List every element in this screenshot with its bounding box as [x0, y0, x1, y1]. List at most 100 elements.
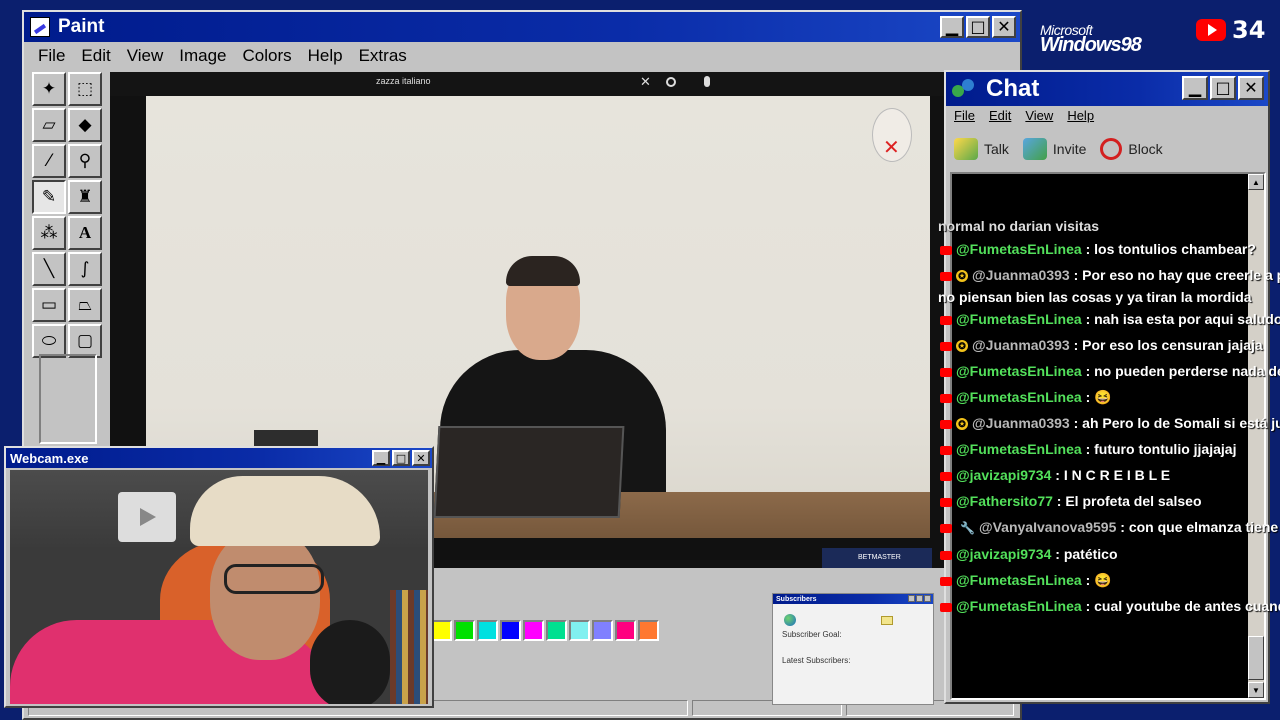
chat-menu-edit[interactable]: Edit [989, 108, 1011, 123]
chat-close-button[interactable]: ✕ [1238, 76, 1264, 100]
close-icon[interactable]: ✕ [640, 74, 651, 90]
menu-file[interactable]: File [30, 46, 73, 66]
chat-username[interactable]: @javizapi9734 [956, 467, 1051, 483]
microphone-icon[interactable] [704, 76, 710, 87]
chat-username[interactable]: @FumetasEnLinea [956, 598, 1082, 614]
chat-message-text: : no pueden perderse nada de su [1085, 363, 1280, 379]
palette-swatch[interactable] [569, 620, 590, 641]
menu-image[interactable]: Image [171, 46, 234, 66]
ellipse-icon[interactable]: ⬭ [32, 324, 66, 358]
menu-colors[interactable]: Colors [235, 46, 300, 66]
palette-swatch[interactable] [638, 620, 659, 641]
webcam-minimize-button[interactable]: ▁ [372, 450, 390, 466]
scroll-down-arrow-icon[interactable]: ▼ [1248, 682, 1264, 698]
text-tool-icon[interactable]: A [68, 216, 102, 250]
airbrush-icon[interactable]: ⁂ [32, 216, 66, 250]
palette-swatch[interactable] [592, 620, 613, 641]
menu-help[interactable]: Help [300, 46, 351, 66]
chat-username[interactable]: @FumetasEnLinea [956, 363, 1082, 379]
line-icon[interactable]: ╲ [32, 252, 66, 286]
presenter-hair [506, 256, 580, 286]
menu-extras[interactable]: Extras [351, 46, 415, 66]
scroll-thumb[interactable] [1248, 636, 1264, 680]
chat-message: @FumetasEnLinea : futuro tontulio jjajaj… [936, 436, 1280, 462]
youtube-platform-icon [940, 576, 952, 586]
youtube-platform-icon [940, 550, 952, 560]
streamer-face [210, 530, 320, 660]
chat-titlebar[interactable]: Chat ▁ □ ✕ [946, 72, 1268, 106]
chat-username[interactable]: @Juanma0393 [972, 415, 1070, 431]
palette-swatch[interactable] [454, 620, 475, 641]
chat-message: @FumetasEnLinea : no pueden perderse nad… [936, 358, 1280, 384]
palette-swatch[interactable] [523, 620, 544, 641]
rectangle-icon[interactable]: ▭ [32, 288, 66, 322]
fill-bucket-icon[interactable]: ◆ [68, 108, 102, 142]
pencil-icon[interactable]: ✎ [32, 180, 66, 214]
chat-menubar: File Edit View Help [954, 108, 1094, 123]
subscribers-minimize-button[interactable] [908, 595, 915, 602]
menu-view[interactable]: View [119, 46, 172, 66]
palette-swatch[interactable] [431, 620, 452, 641]
chat-menu-view[interactable]: View [1025, 108, 1053, 123]
color-palette [408, 620, 659, 641]
chat-message-text: : patético [1055, 546, 1118, 562]
chat-minimize-button[interactable]: ▁ [1182, 76, 1208, 100]
chat-username[interactable]: @Juanma0393 [972, 337, 1070, 353]
close-button[interactable]: ✕ [992, 16, 1016, 38]
menu-edit[interactable]: Edit [73, 46, 118, 66]
paint-titlebar[interactable]: Paint ▁ □ ✕ [24, 12, 1020, 42]
chat-menu-help[interactable]: Help [1067, 108, 1094, 123]
subscribers-maximize-button[interactable] [916, 595, 923, 602]
magnifier-icon[interactable]: ⚲ [68, 144, 102, 178]
chat-username[interactable]: @VanyaIvanova9595 [979, 519, 1116, 535]
chat-username[interactable]: @Juanma0393 [972, 267, 1070, 283]
chat-username[interactable]: @javizapi9734 [956, 546, 1051, 562]
paint-menubar: File Edit View Image Colors Help Extras [30, 44, 415, 68]
palette-swatch[interactable] [546, 620, 567, 641]
eraser-icon[interactable]: ▱ [32, 108, 66, 142]
palette-swatch[interactable] [615, 620, 636, 641]
subscribers-close-button[interactable] [924, 595, 931, 602]
chat-username[interactable]: @FumetasEnLinea [956, 389, 1082, 405]
globe-icon [784, 614, 796, 626]
free-select-icon[interactable]: ✦ [32, 72, 66, 106]
polygon-icon[interactable]: ⏢ [68, 288, 102, 322]
invite-button[interactable]: Invite [1022, 138, 1086, 160]
subscribers-titlebar[interactable]: Subscribers [773, 594, 933, 604]
chat-username[interactable]: @FumetasEnLinea [956, 572, 1082, 588]
chat-message-text: : ah Pero lo de Somali si está just [1073, 415, 1280, 431]
webcam-close-button[interactable]: ✕ [412, 450, 430, 466]
sponsor-banner: BETMASTER [822, 548, 932, 568]
chat-message-text: : Por eso no hay que creerle a pe [1073, 267, 1280, 283]
tool-options-box[interactable] [39, 354, 97, 444]
subscribers-widget: Subscribers Subscriber Goal: Latest Subs… [772, 593, 934, 705]
search-input[interactable]: zazza italiano [376, 76, 431, 86]
rect-select-icon[interactable]: ⬚ [68, 72, 102, 106]
rounded-rect-icon[interactable]: ▢ [68, 324, 102, 358]
eyedropper-icon[interactable]: ⁄ [32, 144, 66, 178]
brush-icon[interactable]: ♜ [68, 180, 102, 214]
search-icon[interactable] [666, 77, 676, 87]
chat-message: @FumetasEnLinea : los tontulios chambear… [936, 236, 1280, 262]
minimize-button[interactable]: ▁ [940, 16, 964, 38]
chat-username[interactable]: @FumetasEnLinea [956, 311, 1082, 327]
webcam-titlebar[interactable]: Webcam.exe ▁ □ ✕ [6, 448, 432, 468]
talk-button[interactable]: Talk [954, 138, 1009, 160]
curve-icon[interactable]: ∫ [68, 252, 102, 286]
chat-username[interactable]: @FumetasEnLinea [956, 241, 1082, 257]
member-badge-icon: ✪ [956, 270, 968, 283]
palette-swatch[interactable] [500, 620, 521, 641]
block-button[interactable]: Block [1100, 138, 1163, 160]
scroll-up-arrow-icon[interactable]: ▲ [1248, 174, 1264, 190]
chat-message: @FumetasEnLinea : 😆 [936, 384, 1280, 410]
chat-menu-file[interactable]: File [954, 108, 975, 123]
youtube-platform-icon [940, 271, 952, 281]
chat-maximize-button[interactable]: □ [1210, 76, 1236, 100]
talk-label: Talk [984, 141, 1009, 157]
palette-swatch[interactable] [477, 620, 498, 641]
webcam-maximize-button[interactable]: □ [392, 450, 410, 466]
chat-username[interactable]: @FumetasEnLinea [956, 441, 1082, 457]
chat-username[interactable]: @Fathersito77 [956, 493, 1053, 509]
maximize-button[interactable]: □ [966, 16, 990, 38]
paint-app-icon [30, 17, 50, 37]
